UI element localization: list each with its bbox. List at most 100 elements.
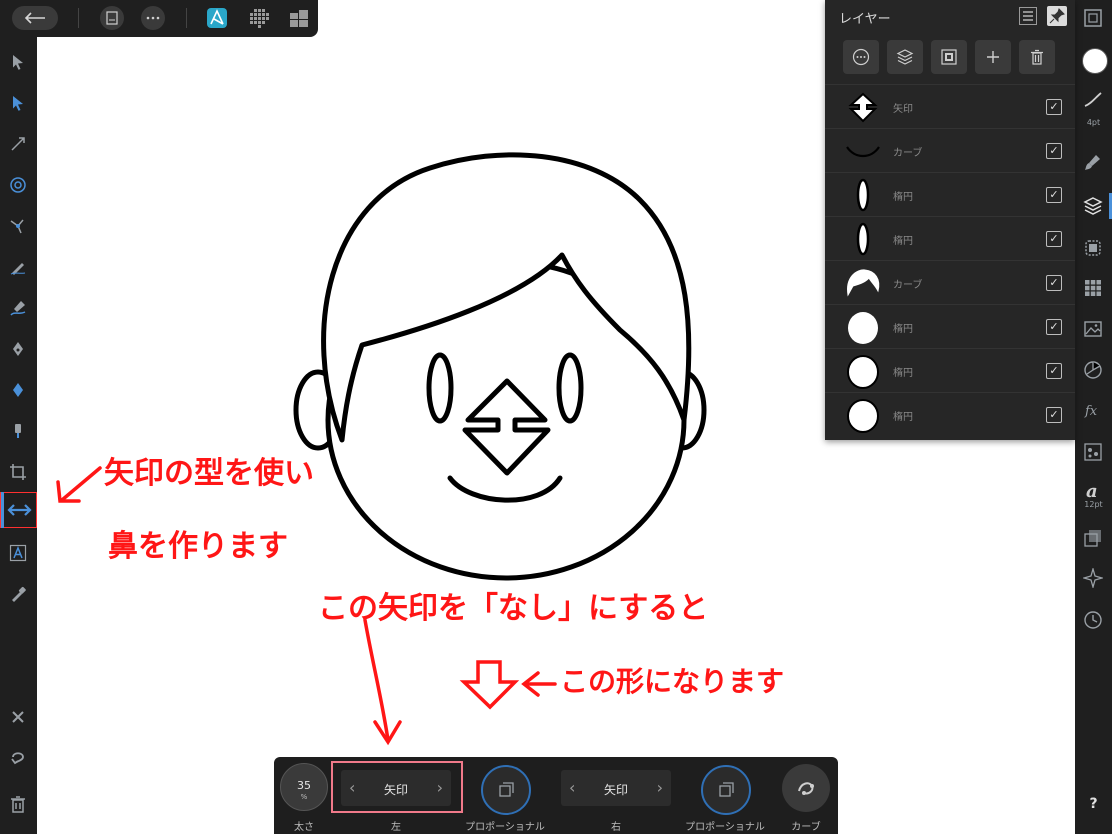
layer-row[interactable]: 楕円 ✓ xyxy=(825,172,1075,217)
svg-text:fx: fx xyxy=(1084,404,1098,419)
color-swatch[interactable] xyxy=(1082,48,1108,74)
convert-to-curves-label: カーブ xyxy=(791,822,821,833)
help-button[interactable]: ? xyxy=(1075,796,1112,812)
pencil-tool[interactable] xyxy=(6,255,30,279)
layer-thumbnail-hair-icon xyxy=(847,269,880,297)
layer-thumbnail-ellipse-icon xyxy=(848,312,878,344)
image-button[interactable] xyxy=(1081,317,1105,341)
pixel-grid-icon xyxy=(250,9,269,28)
crop-icon xyxy=(10,464,26,480)
fx-icon: fx xyxy=(1084,404,1098,419)
transform-button[interactable] xyxy=(1081,526,1105,550)
chevron-right-icon[interactable]: › xyxy=(437,778,443,797)
layer-visibility-checkbox[interactable]: ✓ xyxy=(1046,187,1062,203)
vector-brush-tool[interactable] xyxy=(6,296,30,320)
annotation-arrow-1 xyxy=(60,466,102,502)
layer-thumbnail-ellipse-icon xyxy=(847,399,879,433)
mask-button[interactable] xyxy=(931,40,967,74)
layer-name: 楕円 xyxy=(893,412,913,423)
delete-layer-button[interactable] xyxy=(1019,40,1055,74)
export-persona-button[interactable] xyxy=(288,7,310,29)
more-button[interactable] xyxy=(141,6,165,30)
pixel-persona-button[interactable] xyxy=(248,7,270,29)
layer-stack-button[interactable] xyxy=(887,40,923,74)
top-bar xyxy=(0,0,318,37)
width-value: 35 xyxy=(297,779,311,792)
move-tool[interactable] xyxy=(6,50,30,74)
layer-visibility-checkbox[interactable]: ✓ xyxy=(1046,99,1062,115)
layer-row[interactable]: 矢印 ✓ xyxy=(825,84,1075,129)
right-proportional-button[interactable] xyxy=(701,765,751,815)
pencil-icon xyxy=(10,263,26,275)
layer-row[interactable]: 楕円 ✓ xyxy=(825,348,1075,393)
left-toolbar xyxy=(0,37,37,834)
grid-icon xyxy=(1085,280,1101,296)
effects-button[interactable]: fx xyxy=(1081,398,1105,422)
designer-persona-button[interactable] xyxy=(206,7,228,29)
proportional-icon xyxy=(499,782,514,797)
corner-tool[interactable] xyxy=(6,132,30,156)
trash-icon xyxy=(11,796,25,813)
appearance-button[interactable] xyxy=(1081,236,1105,260)
swatches-button[interactable] xyxy=(1081,276,1105,300)
layer-options-button[interactable] xyxy=(843,40,879,74)
crop-tool[interactable] xyxy=(6,460,30,484)
brushes-button[interactable] xyxy=(1081,150,1105,174)
pin-button[interactable] xyxy=(1047,6,1067,26)
active-tool-indicator xyxy=(1,492,4,528)
right-eye xyxy=(556,352,584,424)
adjustments-button[interactable] xyxy=(1081,358,1105,382)
contour-tool[interactable] xyxy=(6,214,30,238)
node-tool[interactable] xyxy=(6,91,30,115)
annotation-text-1: 矢印の型を使い xyxy=(104,456,314,491)
layer-row[interactable]: カーブ ✓ xyxy=(825,128,1075,173)
back-button[interactable] xyxy=(12,6,58,30)
stroke-size-label: 4pt xyxy=(1086,118,1101,127)
color-picker-tool[interactable] xyxy=(6,582,30,606)
layer-visibility-checkbox[interactable]: ✓ xyxy=(1046,363,1062,379)
layer-thumbnail-ellipse-icon xyxy=(856,222,870,256)
add-layer-button[interactable] xyxy=(975,40,1011,74)
stroke-button[interactable] xyxy=(1081,88,1105,112)
view-mode-button[interactable] xyxy=(1081,6,1105,30)
layer-visibility-checkbox[interactable]: ✓ xyxy=(1046,275,1062,291)
transparency-tool[interactable] xyxy=(6,419,30,443)
point-transform-tool[interactable] xyxy=(6,173,30,197)
layer-stack-icon xyxy=(896,49,914,65)
layers-panel-title: レイヤー xyxy=(839,12,891,27)
document-button[interactable] xyxy=(100,6,124,30)
layer-visibility-checkbox[interactable]: ✓ xyxy=(1046,231,1062,247)
contour-icon xyxy=(10,219,24,234)
layer-row[interactable]: 楕円 ✓ xyxy=(825,392,1075,437)
layer-visibility-checkbox[interactable]: ✓ xyxy=(1046,407,1062,423)
width-dial[interactable]: 35 % xyxy=(280,763,328,811)
left-proportional-button[interactable] xyxy=(481,765,531,815)
layer-row[interactable]: カーブ ✓ xyxy=(825,260,1075,305)
styles-button[interactable] xyxy=(1081,440,1105,464)
text-style-button[interactable]: a xyxy=(1081,478,1105,502)
history-button[interactable] xyxy=(1081,608,1105,632)
left-head-value: 矢印 xyxy=(383,783,408,797)
navigator-button[interactable] xyxy=(1081,566,1105,590)
right-head-stepper[interactable]: ‹ 矢印 › xyxy=(561,770,671,806)
left-eye xyxy=(426,352,454,424)
layers-button[interactable] xyxy=(1081,194,1105,218)
panel-menu-button[interactable] xyxy=(1019,7,1037,25)
pen-tool[interactable] xyxy=(6,337,30,361)
layer-row[interactable]: 楕円 ✓ xyxy=(825,304,1075,349)
layer-visibility-checkbox[interactable]: ✓ xyxy=(1046,143,1062,159)
delete-button[interactable] xyxy=(6,792,30,816)
artistic-text-tool[interactable] xyxy=(6,541,30,565)
undo-button[interactable] xyxy=(6,746,30,770)
fill-tool[interactable] xyxy=(6,378,30,402)
close-button[interactable] xyxy=(6,705,30,729)
convert-to-curves-button[interactable] xyxy=(782,764,830,812)
mask-icon xyxy=(941,49,957,65)
chevron-right-icon[interactable]: › xyxy=(657,778,663,797)
layer-thumbnail-arrow-icon xyxy=(848,92,878,123)
left-head-label: 左 xyxy=(391,822,401,833)
left-head-stepper[interactable]: ‹ 矢印 › xyxy=(341,770,451,806)
arrow-shape-tool[interactable] xyxy=(0,492,37,528)
layer-row[interactable]: 楕円 ✓ xyxy=(825,216,1075,261)
layer-visibility-checkbox[interactable]: ✓ xyxy=(1046,319,1062,335)
